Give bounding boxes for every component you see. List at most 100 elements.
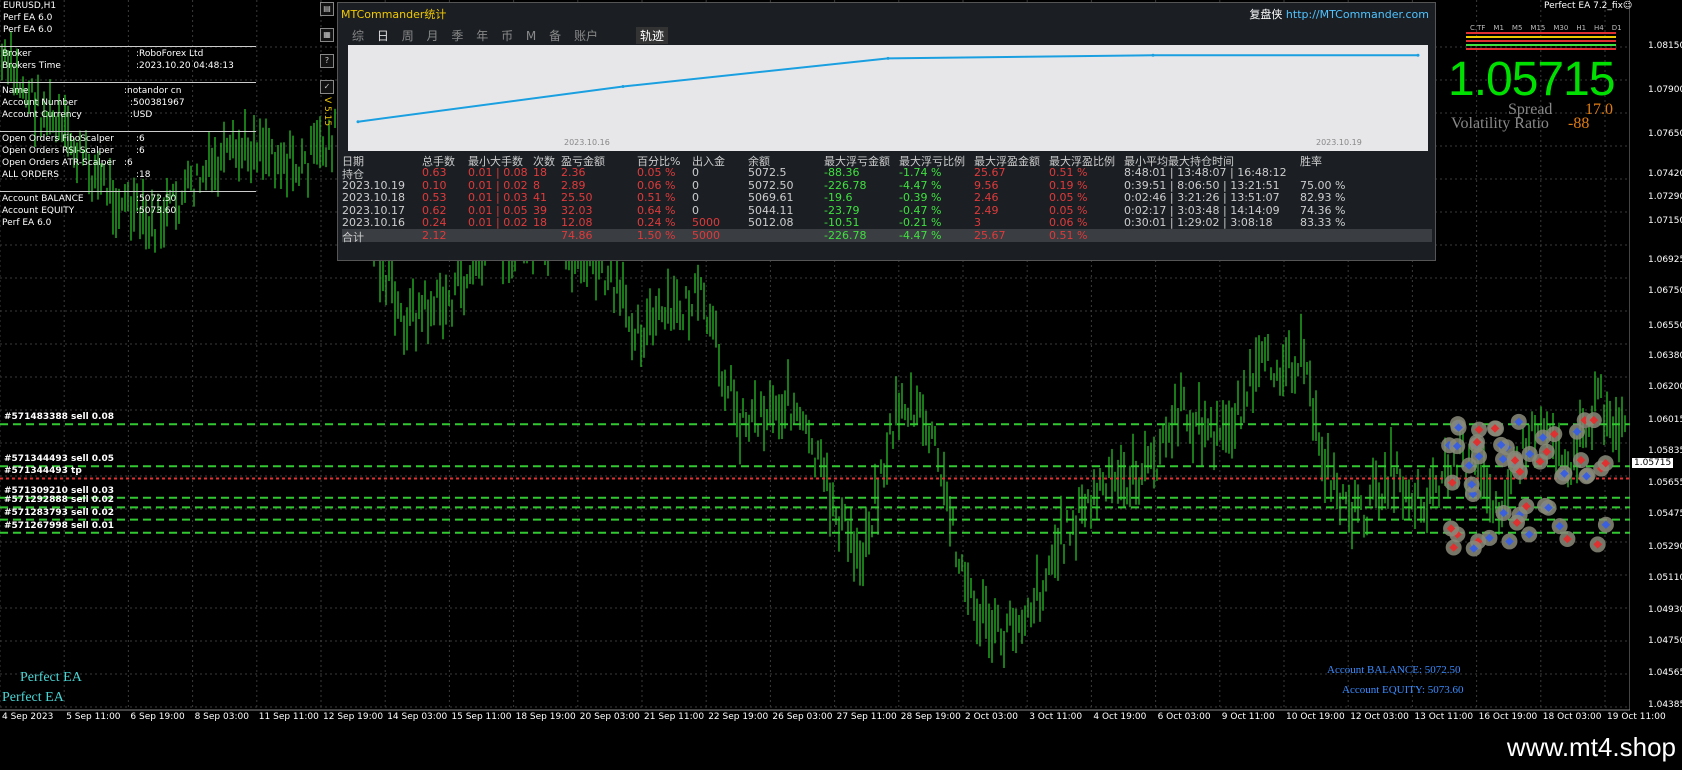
order-label[interactable]: #571292888 sell 0.02: [4, 495, 114, 505]
order-label[interactable]: #571344493 sell 0.05: [4, 454, 114, 464]
timeframe-label: C.TF: [1470, 24, 1486, 32]
tab-week[interactable]: 周: [402, 29, 414, 43]
table-cell: 2.89: [561, 178, 586, 192]
broker-label: Broker: [2, 49, 32, 59]
table-cell: 2023.10.16: [342, 216, 405, 229]
table-cell: 5072.50: [748, 178, 794, 192]
price-chart-area[interactable]: EURUSD,H1 Perf EA 6.0 Perf EA 6.0 Broker…: [0, 0, 1682, 728]
table-cell: -4.47 %: [899, 178, 942, 192]
all-orders-value: :18: [136, 170, 151, 180]
account-number-value: :500381967: [130, 98, 185, 108]
time-tick: 16 Oct 19:00: [1478, 712, 1538, 722]
table-cell: 0:39:51 | 8:06:50 | 13:21:51: [1124, 178, 1280, 192]
time-tick: 18 Oct 03:00: [1542, 712, 1602, 722]
table-cell: -226.78: [824, 228, 867, 242]
time-tick: 10 Oct 19:00: [1286, 712, 1345, 722]
table-cell: 0.05 %: [1049, 191, 1088, 204]
signal-bar: [1466, 44, 1616, 46]
table-cell: 0.53: [422, 191, 447, 204]
time-tick: 4 Sep 2023: [2, 712, 54, 722]
table-cell: 8:48:01 | 13:48:07 | 16:48:12: [1124, 166, 1287, 179]
price-tick: 1.08150: [1648, 41, 1682, 51]
price-tick: 1.06380: [1648, 350, 1682, 361]
order-label[interactable]: #571309210 sell 0.03: [4, 486, 114, 496]
open-fibo-label: Open Orders FiboScalper: [2, 134, 114, 144]
table-cell: 0.19 %: [1049, 178, 1088, 192]
timeframe-row: C.TF M1 M5 M15 M30 H1 H4 D1: [1470, 24, 1630, 32]
tab-month[interactable]: 月: [427, 29, 439, 43]
table-cell: 0:30:01 | 1:29:02 | 3:08:18: [1124, 216, 1273, 229]
time-tick: 11 Sep 11:00: [258, 712, 319, 722]
table-cell: 0.01 | 0.05: [468, 203, 528, 217]
help-button[interactable]: ?: [320, 54, 334, 68]
table-cell: 2.12: [422, 228, 447, 242]
table-cell: 75.00 %: [1300, 178, 1346, 192]
price-tick: 1.05290: [1648, 541, 1682, 552]
bid-price: 1.05715: [1448, 53, 1616, 106]
check-button[interactable]: ✓: [320, 80, 334, 94]
mtc-tabs: 综 日 周 月 季 年 币 M 备 账户: [352, 27, 607, 44]
price-tick: 1.05835: [1648, 446, 1682, 457]
price-tick: 1.07150: [1648, 216, 1682, 227]
time-tick: 5 Sep 11:00: [66, 712, 121, 722]
price-tick: 1.06925: [1648, 255, 1682, 266]
trade-markers: [1441, 412, 1614, 557]
current-price-marker: 1.05715: [1632, 458, 1674, 468]
mtcommander-panel[interactable]: MTCommander统计 复盘侠 http://MTCommander.com…: [337, 2, 1436, 261]
price-tick: 1.07290: [1648, 191, 1682, 202]
table-header-row: 日期 总手数 最小大手数 次数 盈亏金额 百分比% 出入金 余额 最大浮亏金额 最大浮亏比例 最大浮…: [342, 153, 1432, 168]
track-button[interactable]: 轨迹: [636, 27, 669, 44]
tab-currency[interactable]: 币: [501, 29, 513, 43]
order-label[interactable]: #571483388 sell 0.08: [4, 412, 114, 422]
order-label[interactable]: #571267998 sell 0.01: [4, 521, 114, 531]
tab-m[interactable]: M: [526, 29, 536, 43]
mtc-url-link[interactable]: http://MTCommander.com: [1286, 8, 1429, 21]
time-tick: 18 Sep 19:00: [515, 712, 576, 722]
table-cell: 25.50: [561, 191, 593, 204]
symbol-title: EURUSD,H1: [3, 1, 57, 11]
time-tick: 26 Sep 03:00: [772, 712, 833, 722]
ea-line-2: Perf EA 6.0: [3, 25, 53, 35]
price-tick: 1.04385: [1648, 700, 1682, 710]
price-tick: 1.07900: [1648, 84, 1682, 95]
table-cell: 32.03: [561, 203, 593, 217]
tab-summary[interactable]: 综: [352, 29, 364, 43]
price-tick: 1.05475: [1648, 509, 1682, 520]
time-tick: 15 Sep 11:00: [451, 712, 512, 722]
account-number-label: Account Number: [2, 98, 78, 108]
mtc-brand[interactable]: 复盘侠 http://MTCommander.com: [1249, 6, 1429, 22]
time-tick: 28 Sep 19:00: [900, 712, 961, 722]
name-value: :notandor cn: [124, 86, 182, 96]
table-cell: 0.06 %: [1049, 216, 1088, 229]
info-footer: Perf EA 6.0: [2, 218, 52, 228]
ea-line-1: Perf EA 6.0: [3, 13, 53, 23]
tab-account[interactable]: 账户: [574, 29, 598, 43]
table-cell: 0.01 | 0.03: [468, 191, 528, 204]
tab-year[interactable]: 年: [476, 29, 488, 43]
timeframe-label: M15: [1530, 24, 1546, 32]
time-tick: 27 Sep 11:00: [836, 712, 897, 722]
timeframe-label: M5: [1511, 24, 1523, 32]
table-cell: 0:02:46 | 3:21:26 | 13:51:07: [1124, 191, 1280, 204]
table-cell: 18: [533, 166, 547, 179]
tab-note[interactable]: 备: [549, 29, 561, 43]
table-cell: 5044.11: [748, 203, 794, 217]
table-cell: 0.51 %: [1049, 166, 1088, 179]
ea-name-right: Perfect EA 7.2_fix☺: [1544, 1, 1633, 11]
table-cell: 0: [692, 166, 699, 179]
time-tick: 13 Oct 11:00: [1414, 712, 1474, 722]
table-cell: 12.08: [561, 216, 593, 229]
table-cell: 2.36: [561, 166, 586, 179]
table-cell: -0.47 %: [899, 203, 942, 217]
table-cell: 0.64 %: [637, 203, 676, 217]
order-label[interactable]: #571283793 sell 0.02: [4, 508, 114, 518]
table-cell: 2.49: [974, 203, 999, 217]
tab-quarter[interactable]: 季: [451, 29, 463, 43]
table-cell: 0:02:17 | 3:03:48 | 14:14:09: [1124, 203, 1280, 217]
order-label[interactable]: #571344493 tp: [4, 466, 82, 476]
toolbar-button-2[interactable]: ▦: [320, 28, 334, 42]
perfect-ea-label-2: Perfect EA: [2, 690, 64, 705]
toolbar-button-1[interactable]: ▤: [320, 2, 334, 16]
tab-day[interactable]: 日: [377, 29, 389, 43]
all-orders-label: ALL ORDERS: [2, 170, 59, 180]
